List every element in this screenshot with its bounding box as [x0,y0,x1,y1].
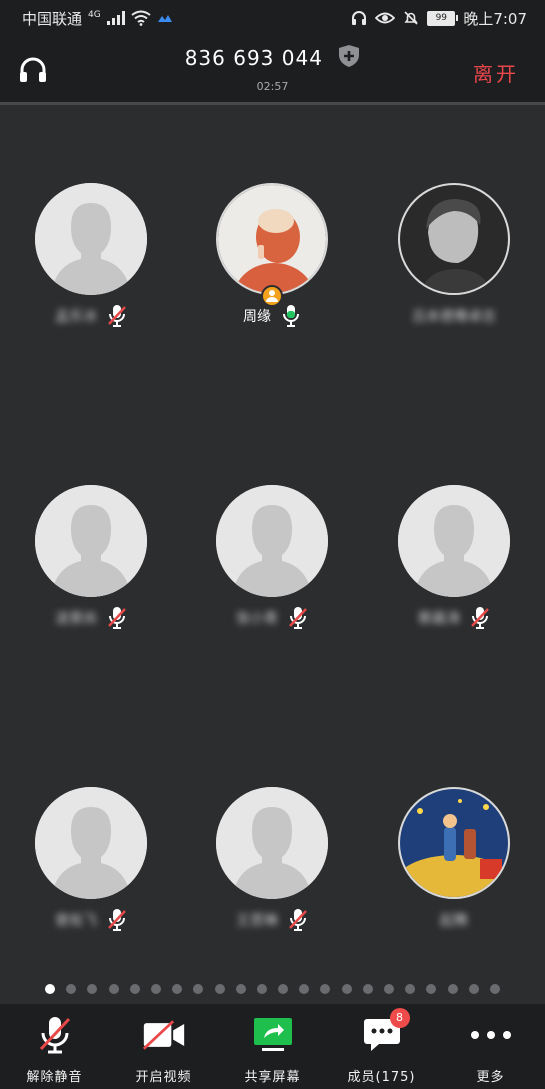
security-shield-icon[interactable] [338,44,360,68]
meeting-id[interactable]: 836 693 044 [0,44,545,70]
participant-tile[interactable]: 周缘 [181,183,363,327]
page-dot[interactable] [489,984,500,994]
mic-muted-icon [289,909,307,931]
participant-tile[interactable]: 孟乐冰 [0,183,182,327]
page-dot[interactable] [299,984,310,994]
members-label: 成员(175) [347,1070,416,1085]
participant-photo [216,183,328,307]
participant-tile[interactable]: 王思琳 [181,787,363,931]
meeting-timer: 02:57 [256,80,289,93]
eye-comfort-icon [375,12,396,24]
participant-tile[interactable]: 张小青 [181,485,363,629]
default-avatar [35,485,147,597]
participant-name: 起舞 [440,913,468,929]
page-dot[interactable] [362,984,373,994]
participant-tile[interactable]: 曾佑飞 [0,787,182,931]
participant-tile[interactable]: 吕本德骞卓志 [363,183,545,327]
participant-name: 王思琳 [236,913,278,929]
start-video-button[interactable]: 开启视频 [109,1004,218,1089]
participant-grid: 孟乐冰 周缘 吕本德骞卓志 凌景尚 张小青 蔡晨涛 曾佑飞 王思琳 起舞 [0,105,545,1005]
more-label: 更多 [476,1070,505,1085]
unmute-button[interactable]: 解除静音 [0,1004,109,1089]
mic-muted-icon [289,607,307,629]
page-dot[interactable] [426,984,437,994]
page-dot[interactable] [172,984,183,994]
network-type: 4G [88,10,101,20]
page-indicator[interactable] [0,984,545,994]
leave-button[interactable]: 离开 [473,58,519,87]
mic-muted-icon [471,607,489,629]
participant-name: 曾佑飞 [55,913,97,929]
signal-icon [106,11,125,25]
mic-muted-icon [108,607,126,629]
page-dot[interactable] [108,984,119,994]
page-dot[interactable] [235,984,246,994]
bottom-toolbar: 解除静音 开启视频 共享屏幕 8 成员(175) 更多 [0,1004,545,1089]
members-badge: 8 [389,1008,410,1028]
battery-icon: 99 [427,10,459,26]
page-dot[interactable] [129,984,140,994]
clock: 晚上7:07 [463,9,527,28]
page-dot[interactable] [193,984,204,994]
participant-name: 蔡晨涛 [418,611,460,627]
video-off-icon [142,1020,184,1050]
page-dot[interactable] [87,984,98,994]
participant-photo [398,787,510,899]
carrier-label: 中国联通 [22,9,83,28]
status-bar: 中国联通 4G 99 晚上7:07 [0,0,545,36]
share-screen-icon [253,1018,292,1051]
participant-name: 张小青 [236,611,278,627]
participant-name: 周缘 [243,309,271,325]
headphone-status-icon [352,11,367,25]
mute-bell-icon [404,11,418,25]
meeting-header: 836 693 044 02:57 离开 [0,36,545,105]
participant-name: 吕本德骞卓志 [412,309,496,325]
page-dot[interactable] [150,984,161,994]
participant-tile[interactable]: 凌景尚 [0,485,182,629]
page-dot[interactable] [45,984,56,994]
page-dot[interactable] [320,984,331,994]
members-button[interactable]: 8 成员(175) [327,1004,436,1089]
wifi-icon [131,10,151,26]
default-avatar [216,787,328,899]
default-avatar [35,787,147,899]
host-badge-icon [261,285,283,307]
share-screen-label: 共享屏幕 [244,1070,301,1085]
mic-active-icon [283,305,299,327]
unmute-label: 解除静音 [26,1070,83,1085]
participant-tile[interactable]: 蔡晨涛 [363,485,545,629]
participant-name: 孟乐冰 [55,309,97,325]
default-avatar [216,485,328,597]
page-dot[interactable] [405,984,416,994]
more-button[interactable]: 更多 [436,1004,545,1089]
more-dots-icon [470,1031,511,1039]
participant-name: 凌景尚 [55,611,97,627]
mic-muted-icon [108,909,126,931]
default-avatar [35,183,147,295]
page-dot[interactable] [341,984,352,994]
page-dot[interactable] [447,984,458,994]
mic-muted-icon [108,305,126,327]
page-dot[interactable] [66,984,77,994]
start-video-label: 开启视频 [135,1070,192,1085]
participant-photo [398,183,510,295]
participant-tile[interactable]: 起舞 [363,787,545,931]
page-dot[interactable] [256,984,267,994]
mic-muted-icon [39,1017,70,1054]
page-dot[interactable] [278,984,289,994]
default-avatar [398,485,510,597]
app-notification-icon [157,15,172,22]
page-dot[interactable] [214,984,225,994]
page-dot[interactable] [384,984,395,994]
share-screen-button[interactable]: 共享屏幕 [218,1004,327,1089]
page-dot[interactable] [468,984,479,994]
